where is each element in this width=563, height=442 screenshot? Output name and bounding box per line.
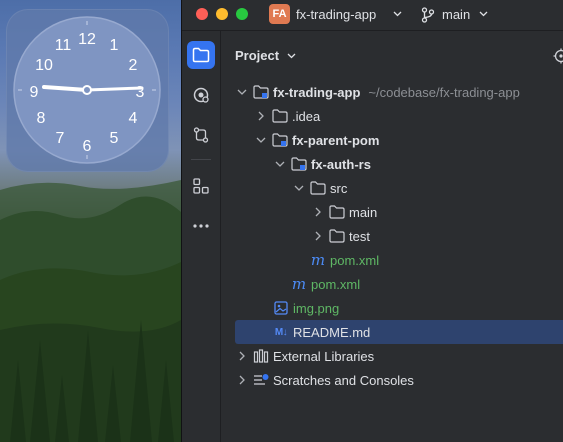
git-branch-icon[interactable] <box>421 7 435 23</box>
chevron-right-icon[interactable] <box>235 349 249 363</box>
tree-node-auth-pom[interactable]: m pom.xml <box>235 248 563 272</box>
tree-node-fx-parent-pom[interactable]: fx-parent-pom <box>235 128 563 152</box>
maven-icon: m <box>291 275 307 293</box>
clock-center <box>82 85 92 95</box>
library-icon <box>253 348 269 364</box>
clock-widget[interactable]: 12 1 2 3 4 5 6 7 8 9 10 11 <box>6 9 169 172</box>
tree-node-label: src <box>330 180 348 196</box>
project-switcher-label[interactable]: fx-trading-app <box>296 7 376 22</box>
tree-node-scratches[interactable]: Scratches and Consoles <box>235 368 563 392</box>
tree-node-label: fx-auth-rs <box>311 156 371 172</box>
module-folder-icon <box>272 132 288 148</box>
tree-node-readme[interactable]: M↓ README.md <box>235 320 563 344</box>
clock-number: 1 <box>110 37 119 54</box>
tool-window-strip <box>182 31 221 442</box>
tree-node-label: .idea <box>292 108 321 124</box>
more-tools-button[interactable] <box>187 212 215 240</box>
clock-number: 5 <box>110 130 119 147</box>
tree-node-label: Scratches and Consoles <box>273 372 414 388</box>
tree-node-img[interactable]: img.png <box>235 296 563 320</box>
chevron-right-icon[interactable] <box>311 205 325 219</box>
image-file-icon <box>273 300 289 316</box>
tree-node-label: pom.xml <box>330 252 380 268</box>
folder-icon <box>310 180 326 196</box>
tree-node-label: test <box>349 228 370 244</box>
tree-node-label: main <box>349 204 378 220</box>
clock-number: 10 <box>35 57 53 74</box>
tree-node-label: img.png <box>293 300 340 316</box>
tree-node-label: fx-trading-app <box>273 84 361 100</box>
chevron-down-icon[interactable] <box>393 11 402 17</box>
clock-number: 3 <box>136 84 145 101</box>
close-window-button[interactable] <box>196 8 208 20</box>
tree-node-test[interactable]: test <box>235 224 563 248</box>
select-opened-file-icon[interactable] <box>553 48 563 64</box>
clock-number: 8 <box>37 110 46 127</box>
plugins-tool-button[interactable] <box>187 81 215 109</box>
toolbar-divider <box>191 159 211 160</box>
analog-clock: 12 1 2 3 4 5 6 7 8 9 10 11 <box>13 16 161 164</box>
structure-tool-button[interactable] <box>187 172 215 200</box>
tree-node-path: ~/codebase/fx-trading-app <box>368 84 520 100</box>
tree-node-label: pom.xml <box>311 276 361 292</box>
tree-node-root[interactable]: fx-trading-app ~/codebase/fx-trading-app <box>235 80 563 104</box>
clock-number: 9 <box>30 84 39 101</box>
clock-number: 12 <box>78 31 96 48</box>
chevron-down-icon[interactable] <box>273 157 287 171</box>
clock-number: 2 <box>129 57 138 74</box>
folder-icon <box>192 47 210 63</box>
tree-node-parent-pom-file[interactable]: m pom.xml <box>235 272 563 296</box>
chevron-down-icon[interactable] <box>292 181 306 195</box>
clock-number: 6 <box>83 138 92 155</box>
clock-number: 4 <box>129 110 138 127</box>
module-folder-icon <box>253 84 269 100</box>
folder-icon <box>272 108 288 124</box>
chevron-down-icon[interactable] <box>287 53 296 59</box>
structure-icon <box>193 178 209 194</box>
commit-tool-button[interactable] <box>187 121 215 149</box>
panel-title[interactable]: Project <box>235 48 279 63</box>
chevron-right-icon[interactable] <box>235 373 249 387</box>
title-bar: FA fx-trading-app main <box>182 0 563 31</box>
chevron-right-icon[interactable] <box>254 109 268 123</box>
chevron-down-icon[interactable] <box>235 85 249 99</box>
tree-node-label: External Libraries <box>273 348 375 364</box>
tree-node-main[interactable]: main <box>235 200 563 224</box>
scratches-icon <box>253 372 269 388</box>
tree-node-label: fx-parent-pom <box>292 132 380 148</box>
tree-node-src[interactable]: src <box>235 176 563 200</box>
tree-node-label: README.md <box>293 324 371 340</box>
commit-icon <box>193 127 209 143</box>
project-panel: Project fx-trading-app ~/codebase/fx-tra… <box>221 31 563 442</box>
minimize-window-button[interactable] <box>216 8 228 20</box>
tree-node-external-libraries[interactable]: External Libraries <box>235 344 563 368</box>
project-tool-button[interactable] <box>187 41 215 69</box>
chevron-down-icon[interactable] <box>479 11 488 17</box>
folder-icon <box>329 228 345 244</box>
folder-icon <box>329 204 345 220</box>
branch-switcher-label[interactable]: main <box>442 7 470 22</box>
tree-node-idea[interactable]: .idea <box>235 104 563 128</box>
maven-icon: m <box>310 251 326 269</box>
markdown-icon: M↓ <box>274 326 288 338</box>
more-icon <box>193 224 209 228</box>
clock-number: 7 <box>56 130 65 147</box>
chevron-right-icon[interactable] <box>311 229 325 243</box>
maximize-window-button[interactable] <box>236 8 248 20</box>
plugins-icon <box>193 87 209 103</box>
chevron-down-icon[interactable] <box>254 133 268 147</box>
ide-window: FA fx-trading-app main Project fx-tradin… <box>181 0 563 442</box>
minute-hand <box>85 86 144 92</box>
tree-node-fx-auth-rs[interactable]: fx-auth-rs <box>235 152 563 176</box>
project-badge[interactable]: FA <box>269 4 290 24</box>
module-folder-icon <box>291 156 307 172</box>
clock-number: 11 <box>55 37 72 54</box>
desktop-wallpaper: 12 1 2 3 4 5 6 7 8 9 10 11 <box>0 0 181 442</box>
